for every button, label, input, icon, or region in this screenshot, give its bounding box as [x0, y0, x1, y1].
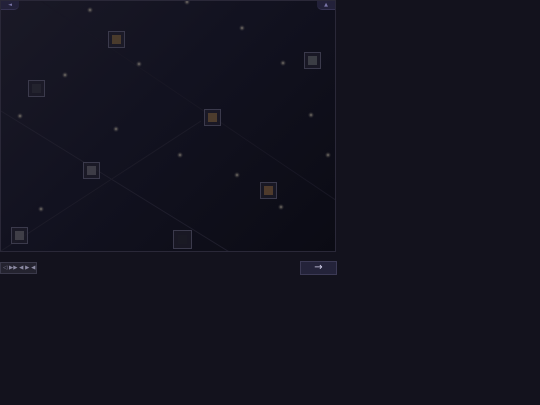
tile-8[interactable]: [173, 230, 192, 249]
tile-2-core: [308, 56, 317, 65]
tile-4[interactable]: [204, 109, 221, 126]
tile-7-core: [15, 231, 24, 240]
glow-7: [17, 113, 23, 119]
tile-2[interactable]: [304, 52, 321, 69]
glow-14: [38, 206, 44, 212]
game-board[interactable]: ◄ ▲: [0, 0, 336, 252]
glow-11: [325, 152, 331, 158]
glow-9: [308, 112, 314, 118]
glow-5: [62, 72, 68, 78]
glow-3: [239, 25, 245, 31]
tile-4-core: [208, 113, 217, 122]
next-button[interactable]: →: [300, 261, 337, 275]
tile-3[interactable]: [28, 80, 45, 97]
glow-6: [280, 60, 286, 66]
tile-5[interactable]: [83, 162, 100, 179]
tile-6[interactable]: [260, 182, 277, 199]
right-arrow-icon: →: [314, 262, 323, 273]
corner-back-button[interactable]: ◄: [1, 1, 19, 10]
glow-8: [113, 126, 119, 132]
glow-10: [177, 152, 183, 158]
tile-6-core: [264, 186, 273, 195]
tile-5-core: [87, 166, 96, 175]
tile-1-core: [112, 35, 121, 44]
glow-13: [278, 204, 284, 210]
up-arrow-icon: ▲: [324, 2, 328, 8]
glow-4: [136, 61, 142, 67]
tile-7[interactable]: [11, 227, 28, 244]
glow-1: [87, 7, 93, 13]
input-sequence-field[interactable]: ◁ ▶▶ ◀ ▶ ◀ ▶ ■: [0, 262, 37, 274]
corner-menu-button[interactable]: ▲: [317, 1, 335, 10]
tile-8-core: [178, 235, 187, 244]
tile-1[interactable]: [108, 31, 125, 48]
back-arrow-icon: ◄: [8, 2, 12, 8]
glow-12: [234, 172, 240, 178]
tile-3-core: [32, 84, 41, 93]
board-diagonal-lines: [1, 1, 335, 251]
